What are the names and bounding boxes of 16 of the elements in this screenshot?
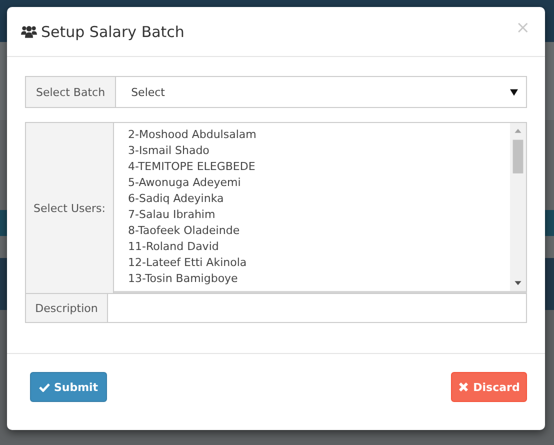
user-option[interactable]: 3-Ismail Shado	[128, 143, 510, 159]
user-option[interactable]: 4-TEMITOPE ELEGBEDE	[128, 159, 510, 175]
field-label: Description	[25, 293, 108, 323]
user-option[interactable]: 5-Awonuga Adeyemi	[128, 175, 510, 191]
user-option[interactable]: 6-Sadiq Adeyinka	[128, 191, 510, 207]
user-option[interactable]: 11-Roland David	[128, 239, 510, 255]
dialog-title: Setup Salary Batch	[41, 22, 186, 40]
batch-select[interactable]: Select	[116, 76, 527, 108]
user-option[interactable]: 13-Tosin Bamigboye	[128, 271, 510, 287]
submit-button[interactable]: Submit	[30, 372, 107, 402]
user-option[interactable]: 2-Moshood Abdulsalam	[128, 127, 510, 143]
field-label: Select Users:	[25, 122, 114, 293]
field-label: Select Batch	[25, 76, 116, 108]
user-option[interactable]: 12-Lateef Etti Akinola	[128, 255, 510, 271]
user-option[interactable]: 7-Salau Ibrahim	[128, 207, 510, 223]
user-option[interactable]: 8-Taofeek Oladeinde	[128, 223, 510, 239]
